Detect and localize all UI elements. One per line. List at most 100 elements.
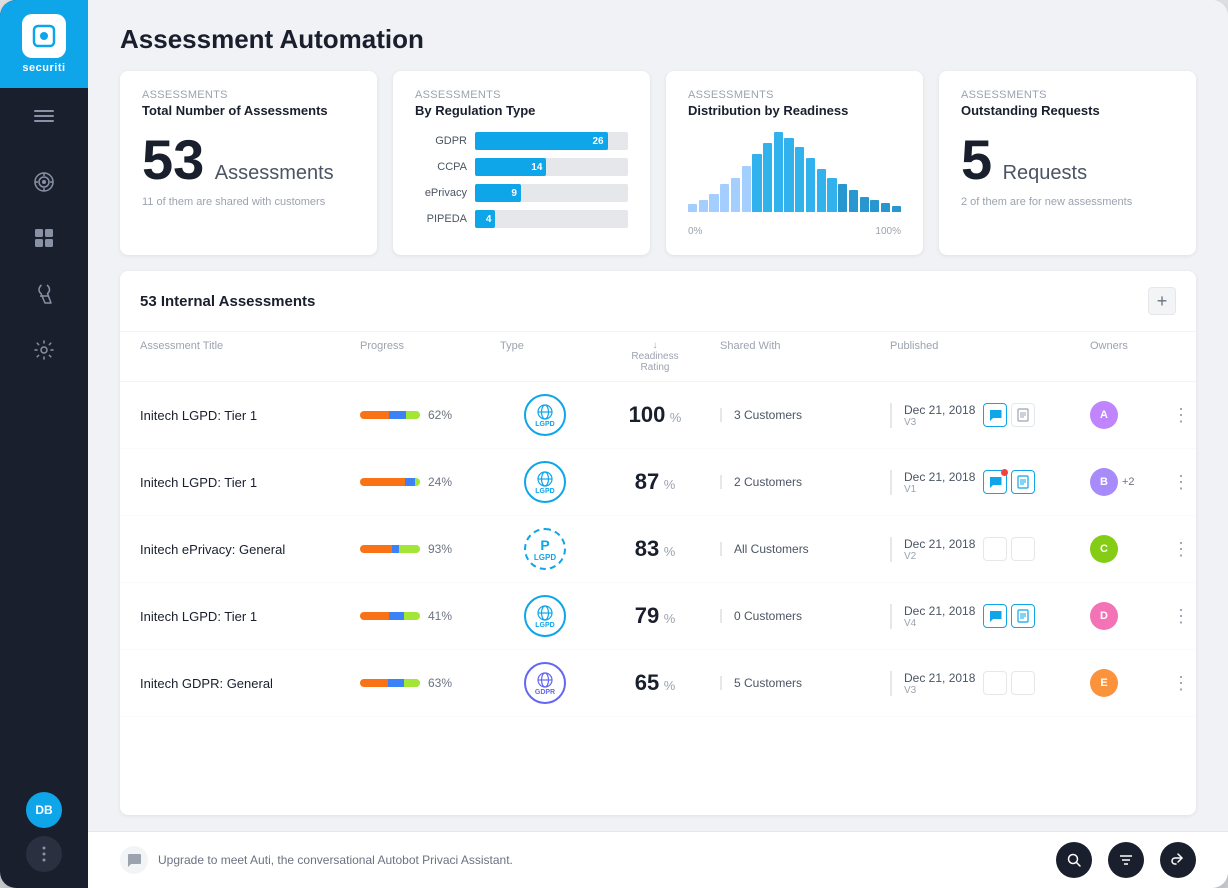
dist-bar (784, 138, 793, 212)
search-button[interactable] (1056, 842, 1092, 878)
row-progress: 62% (360, 408, 500, 422)
published-info: Dec 21, 2018 V4 (904, 604, 975, 629)
reg-bar-fill: 26 (475, 132, 608, 150)
stat-sub-0: 11 of them are shared with customers (142, 196, 355, 208)
type-badge: GDPR (524, 662, 566, 704)
col-assessment-title: Assessment Title (140, 340, 360, 373)
dist-bar (763, 143, 772, 212)
readiness-unit: % (664, 544, 676, 559)
version-badge: V4 (904, 618, 975, 629)
published-info: Dec 21, 2018 V3 (904, 403, 975, 428)
chat-doc-icon[interactable] (983, 470, 1007, 494)
dist-bar (774, 132, 783, 212)
sidebar-more-button[interactable] (26, 836, 62, 872)
sidebar-item-dashboard[interactable] (18, 212, 70, 264)
dist-bar (688, 204, 697, 212)
chat-doc-icon[interactable] (983, 604, 1007, 628)
published-date: Dec 21, 2018 (904, 671, 975, 685)
row-title: Initech LGPD: Tier 1 (140, 609, 360, 624)
file-doc-icon[interactable] (1011, 403, 1035, 427)
progress-seg-3 (415, 478, 420, 486)
table-row: Initech LGPD: Tier 1 41% LGPD 79 % 0 Cus… (120, 583, 1196, 650)
share-button[interactable] (1160, 842, 1196, 878)
file-doc-icon-empty (1011, 537, 1035, 561)
col-owners: Owners (1090, 340, 1190, 373)
app-container: securiti (0, 0, 1228, 888)
file-doc-icon[interactable] (1011, 604, 1035, 628)
row-owners: B +2⋮ (1090, 468, 1190, 496)
published-date: Dec 21, 2018 (904, 604, 975, 618)
chat-doc-icon[interactable] (983, 403, 1007, 427)
table-row: Initech LGPD: Tier 1 62% LGPD 100 % 3 Cu… (120, 382, 1196, 449)
owner-avatar: A (1090, 401, 1118, 429)
readiness-number: 87 (635, 469, 659, 494)
row-menu-button[interactable]: ⋮ (1172, 673, 1190, 694)
chat-doc-icon-empty (983, 671, 1007, 695)
row-readiness: 65 % (590, 670, 720, 696)
published-info: Dec 21, 2018 V3 (904, 671, 975, 696)
owner-avatar: E (1090, 669, 1118, 697)
row-progress: 63% (360, 676, 500, 690)
progress-seg-2 (388, 679, 404, 687)
dist-bar (795, 147, 804, 212)
row-type: LGPD (500, 595, 590, 637)
reg-bar-row: PIPEDA 4 (415, 210, 628, 228)
stat-card-outstanding: Assessments Outstanding Requests 5 Reque… (939, 71, 1196, 255)
progress-seg-3 (404, 612, 420, 620)
stat-number-0: 53 (142, 132, 204, 188)
sidebar-item-privacy[interactable] (18, 156, 70, 208)
sidebar-bottom: DB (26, 792, 62, 888)
logo-text: securiti (22, 62, 65, 74)
published-info: Dec 21, 2018 V2 (904, 537, 975, 562)
readiness-unit: % (664, 678, 676, 693)
version-badge: V3 (904, 685, 975, 696)
row-published: Dec 21, 2018 V4 (890, 604, 1090, 629)
sidebar-item-settings[interactable] (18, 324, 70, 376)
reg-bar-value: 26 (592, 136, 603, 147)
reg-bar-row: GDPR 26 (415, 132, 628, 150)
readiness-number: 79 (635, 603, 659, 628)
dist-bar (699, 200, 708, 212)
row-readiness: 79 % (590, 603, 720, 629)
row-owners: A ⋮ (1090, 401, 1190, 429)
row-menu-button[interactable]: ⋮ (1172, 606, 1190, 627)
readiness-unit: % (670, 410, 682, 425)
row-shared: 0 Customers (720, 609, 890, 623)
doc-icons (983, 537, 1035, 561)
chat-icon (120, 846, 148, 874)
readiness-number: 83 (635, 536, 659, 561)
user-avatar-button[interactable]: DB (26, 792, 62, 828)
row-progress: 24% (360, 475, 500, 489)
stat-label-1: Assessments (415, 89, 628, 101)
row-title: Initech LGPD: Tier 1 (140, 475, 360, 490)
row-menu-button[interactable]: ⋮ (1172, 539, 1190, 560)
progress-seg-1 (360, 478, 405, 486)
progress-seg-1 (360, 679, 388, 687)
menu-toggle-button[interactable] (0, 92, 88, 140)
file-doc-icon[interactable] (1011, 470, 1035, 494)
reg-bar-value: 14 (531, 162, 542, 173)
row-published: Dec 21, 2018 V3 (890, 671, 1090, 696)
reg-bar-fill: 4 (475, 210, 495, 228)
progress-seg-3 (404, 679, 420, 687)
sidebar-logo[interactable]: securiti (0, 0, 88, 88)
dist-bar (860, 197, 869, 212)
progress-pct: 41% (428, 609, 452, 623)
published-date: Dec 21, 2018 (904, 470, 975, 484)
reg-bar-track: 26 (475, 132, 628, 150)
stat-card-total: Assessments Total Number of Assessments … (120, 71, 377, 255)
stat-card-distribution: Assessments Distribution by Readiness 0%… (666, 71, 923, 255)
sidebar-item-tools[interactable] (18, 268, 70, 320)
doc-icons (983, 403, 1035, 427)
stats-row: Assessments Total Number of Assessments … (88, 71, 1228, 271)
row-owners: C ⋮ (1090, 535, 1190, 563)
progress-bar (360, 679, 420, 687)
filter-button[interactable] (1108, 842, 1144, 878)
readiness-number: 100 (629, 402, 666, 427)
row-menu-button[interactable]: ⋮ (1172, 472, 1190, 493)
row-menu-button[interactable]: ⋮ (1172, 405, 1190, 426)
progress-pct: 62% (428, 408, 452, 422)
stat-title-1: By Regulation Type (415, 103, 628, 118)
page-header: Assessment Automation (88, 0, 1228, 71)
add-assessment-button[interactable]: + (1148, 287, 1176, 315)
